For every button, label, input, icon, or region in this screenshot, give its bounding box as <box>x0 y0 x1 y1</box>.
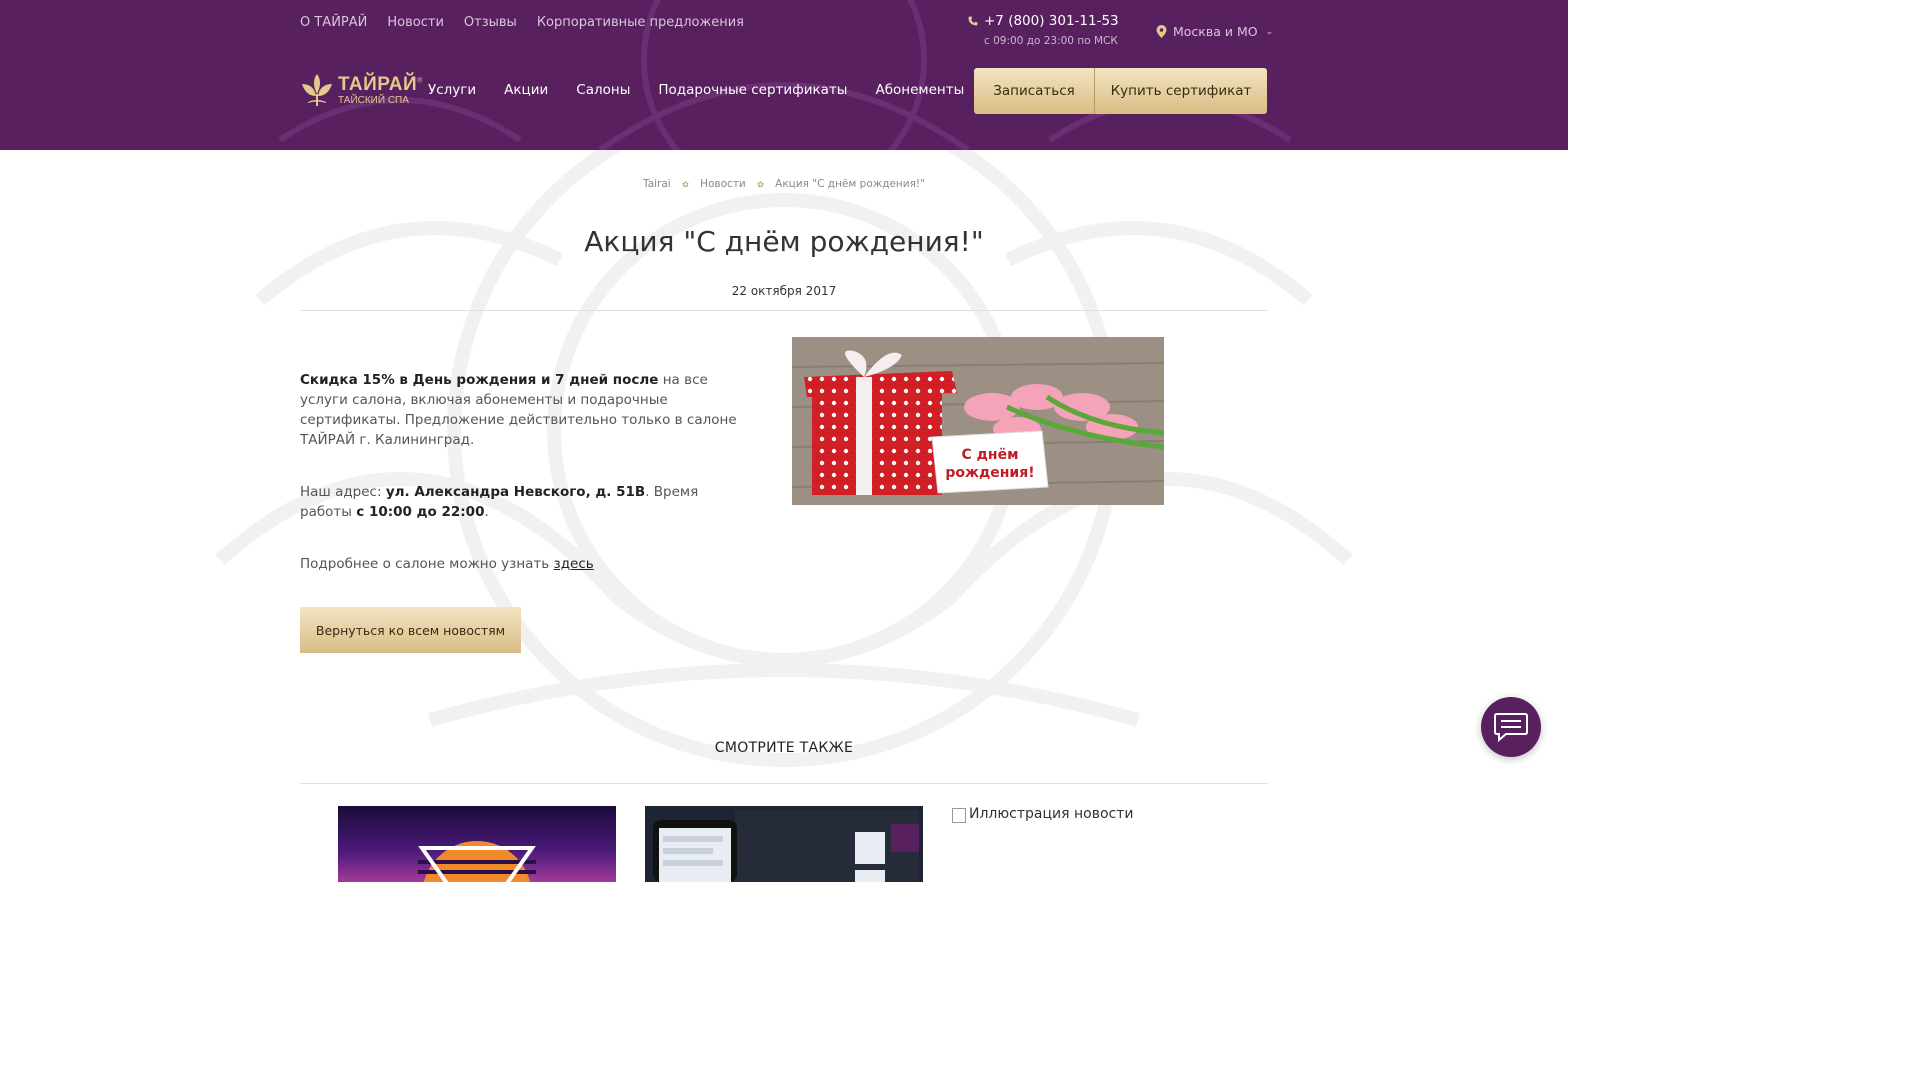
logo[interactable]: ТАЙРАЙ® ТАЙСКИЙ СПА <box>300 72 423 108</box>
article-body: Скидка 15% в День рождения и 7 дней посл… <box>300 370 750 606</box>
chat-widget-button[interactable] <box>1481 697 1541 757</box>
breadcrumb: Tairai ✿ Новости ✿ Акция "С днём рождени… <box>0 178 1568 190</box>
address-end: . <box>484 504 489 520</box>
phone-icon <box>968 16 978 26</box>
nav-promotions[interactable]: Акции <box>504 82 548 98</box>
top-nav-corporate[interactable]: Корпоративные предложения <box>537 15 744 30</box>
working-hours: с 09:00 до 23:00 по МСК <box>984 35 1118 47</box>
lotus-logo-icon <box>302 74 332 106</box>
header-actions: Записаться Купить сертификат <box>974 68 1267 114</box>
city-label: Москва и МО <box>1173 24 1258 39</box>
title-divider <box>300 310 1268 311</box>
site-header: О ТАЙРАЙ Новости Отзывы Корпоративные пр… <box>0 0 1568 150</box>
chevron-down-icon: ⌄ <box>1265 26 1274 37</box>
related-news-card-1[interactable] <box>338 806 616 882</box>
salon-address: ул. Александра Невского, д. 51В <box>385 484 646 500</box>
see-also-title: СМОТРИТЕ ТАКЖЕ <box>714 740 854 756</box>
city-selector[interactable]: Москва и МО ⌄ <box>1156 24 1273 39</box>
more-info-link[interactable]: здесь <box>554 556 594 572</box>
salon-hours: с 10:00 до 22:00 <box>356 504 485 520</box>
book-button[interactable]: Записаться <box>974 68 1095 114</box>
article-paragraph-discount: Скидка 15% в День рождения и 7 дней посл… <box>300 370 750 450</box>
nav-salons[interactable]: Салоны <box>576 82 630 98</box>
chat-icon <box>1494 713 1528 742</box>
related-news-image-2 <box>645 806 923 882</box>
address-prefix: Наш адрес: <box>300 484 386 500</box>
page-title: Акция "С днём рождения!" <box>584 225 984 258</box>
broken-image-icon <box>952 808 966 823</box>
nav-services[interactable]: Услуги <box>428 82 476 98</box>
nav-gift-certificates[interactable]: Подарочные сертификаты <box>658 82 847 98</box>
related-news-image-alt: Иллюстрация новости <box>969 806 1134 822</box>
location-pin-icon <box>1156 25 1167 38</box>
image-caption-line-1: С днём <box>961 447 1018 463</box>
registered-mark: ® <box>417 77 423 85</box>
article-paragraph-more: Подробнее о салоне можно узнать здесь <box>300 554 750 574</box>
breadcrumb-separator-icon: ✿ <box>757 180 764 189</box>
logo-subtitle: ТАЙСКИЙ СПА <box>338 94 409 106</box>
article-paragraph-address: Наш адрес: ул. Александра Невского, д. 5… <box>300 482 750 522</box>
related-news-image-1 <box>418 841 536 882</box>
article-date: 22 октября 2017 <box>731 284 837 298</box>
nav-subscriptions[interactable]: Абонементы <box>875 82 964 98</box>
breadcrumb-home[interactable]: Tairai <box>643 178 671 190</box>
discount-highlight: Скидка 15% в День рождения и 7 дней посл… <box>300 372 659 388</box>
more-info-prefix: Подробнее о салоне можно узнать <box>300 556 554 572</box>
logo-title: ТАЙРАЙ <box>338 73 418 95</box>
buy-certificate-button[interactable]: Купить сертификат <box>1095 68 1267 114</box>
image-caption-line-2: рождения! <box>945 465 1034 481</box>
related-news-card-3[interactable]: Иллюстрация новости <box>952 806 1230 882</box>
breadcrumb-current: Акция "С днём рождения!" <box>775 178 925 190</box>
main-navigation: Услуги Акции Салоны Подарочные сертифика… <box>428 82 964 98</box>
contact-block: +7 (800) 301-11-53 с 09:00 до 23:00 по М… <box>968 13 1119 47</box>
back-to-news-button[interactable]: Вернуться ко всем новостям <box>300 607 521 653</box>
breadcrumb-news[interactable]: Новости <box>700 178 746 190</box>
top-nav-reviews[interactable]: Отзывы <box>464 15 517 30</box>
see-also-divider <box>300 783 1268 784</box>
top-nav-about[interactable]: О ТАЙРАЙ <box>300 15 367 30</box>
breadcrumb-separator-icon: ✿ <box>682 180 689 189</box>
phone-number[interactable]: +7 (800) 301-11-53 <box>984 13 1119 29</box>
related-news-card-2[interactable] <box>645 806 923 882</box>
top-nav-news[interactable]: Новости <box>387 15 444 30</box>
top-navigation: О ТАЙРАЙ Новости Отзывы Корпоративные пр… <box>300 15 744 30</box>
header-ornament <box>278 0 1292 150</box>
news-illustration: С днём рождения! <box>792 337 1164 505</box>
